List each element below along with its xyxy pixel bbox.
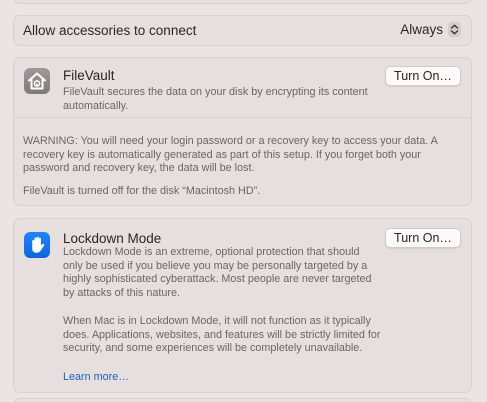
lockdown-turn-on-button[interactable]: Turn On…: [385, 228, 461, 248]
divider: [14, 117, 471, 118]
house-lock-icon: [24, 68, 50, 94]
filevault-title: FileVault: [63, 68, 115, 83]
lockdown-description: Lockdown Mode is an extreme, optional pr…: [63, 246, 372, 299]
next-section-card: [13, 398, 472, 402]
lockdown-description-2: When Mac is in Lockdown Mode, it will no…: [63, 315, 381, 354]
previous-section-card: [13, 0, 472, 4]
accessories-value: Always: [400, 22, 443, 37]
filevault-card: FileVault FileVault secures the data on …: [13, 57, 472, 206]
filevault-description: FileVault secures the data on your disk …: [63, 86, 368, 112]
hand-raised-icon: [24, 232, 50, 258]
filevault-status: FileVault is turned off for the disk “Ma…: [23, 185, 261, 197]
filevault-warning: WARNING: You will need your login passwo…: [23, 135, 438, 174]
filevault-turn-on-button[interactable]: Turn On…: [385, 66, 461, 86]
lockdown-card: Lockdown Mode Lockdown Mode is an extrem…: [13, 218, 472, 393]
accessories-row: Allow accessories to connect Always: [13, 15, 472, 46]
accessories-select[interactable]: Always: [400, 22, 461, 37]
accessories-label: Allow accessories to connect: [23, 23, 197, 38]
up-down-chevron-icon: [448, 22, 461, 37]
learn-more-link[interactable]: Learn more…: [63, 371, 129, 383]
privacy-security-pane: Allow accessories to connect Always File…: [0, 0, 487, 402]
lockdown-title: Lockdown Mode: [63, 231, 162, 246]
